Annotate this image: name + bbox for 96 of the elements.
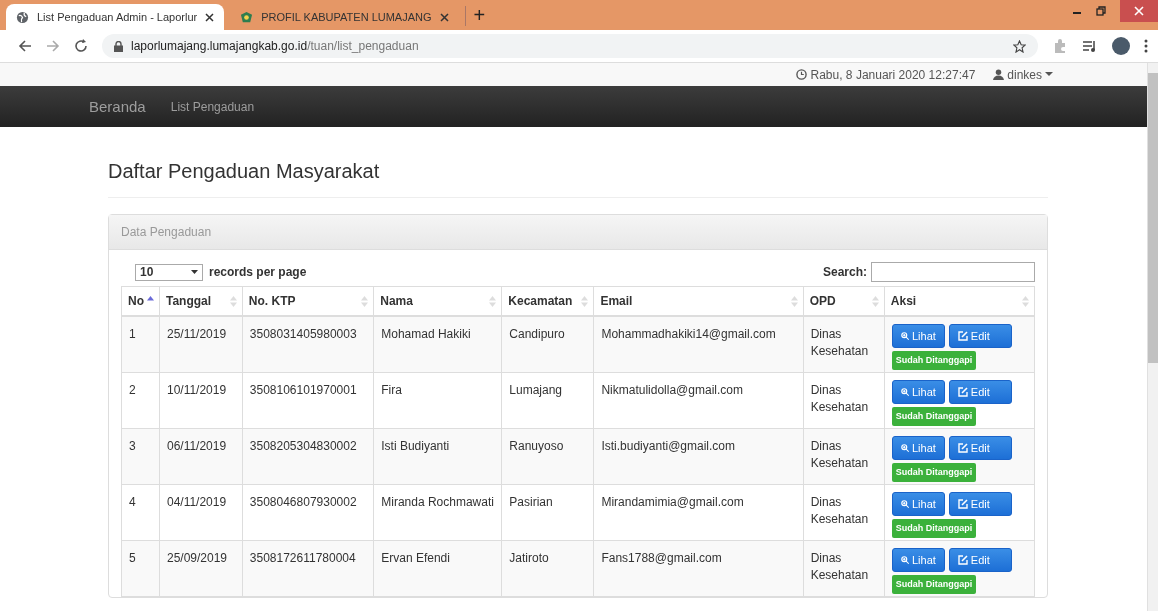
clock-icon	[795, 69, 807, 80]
globe-icon	[16, 10, 29, 24]
browser-tab[interactable]: PROFIL KABUPATEN LUMAJANG	[230, 4, 459, 30]
edit-icon	[957, 498, 968, 509]
status-badge: Sudah Ditanggapi	[891, 518, 977, 538]
table-cell: 10/11/2019	[159, 372, 243, 428]
page-size-label: records per page	[209, 265, 307, 279]
zoom-in-icon	[900, 331, 909, 341]
table-cell: 1	[121, 316, 160, 372]
nav-brand-link[interactable]: Beranda	[89, 98, 146, 115]
status-badge: Sudah Ditanggapi	[891, 406, 977, 426]
edit-button[interactable]: Edit	[948, 379, 1012, 404]
user-menu[interactable]: dinkes	[993, 67, 1053, 82]
page-title: Daftar Pengaduan Masyarakat	[108, 127, 1048, 198]
nav-link[interactable]: List Pengaduan	[170, 99, 255, 114]
tab-title: List Pengaduan Admin - Laporlur	[37, 11, 198, 23]
edit-icon	[957, 331, 968, 341]
scrollbar-thumb[interactable]	[1148, 73, 1158, 363]
table-cell: 3508205304830002	[242, 428, 374, 484]
table-cell: Fira	[373, 372, 502, 428]
back-arrow-icon[interactable]	[18, 39, 32, 53]
table-cell: 4	[121, 484, 160, 540]
search-label: Search:	[822, 265, 867, 279]
table-cell: Dinas Kesehatan	[803, 316, 885, 372]
table-cell: Mirandamimia@gmail.com	[593, 484, 804, 540]
table-cell: 25/11/2019	[159, 316, 243, 372]
menu-icon[interactable]	[1144, 39, 1148, 53]
zoom-in-icon	[900, 442, 909, 453]
table-cell: 2	[121, 372, 160, 428]
table-cell: Fans1788@gmail.com	[593, 540, 804, 596]
playlist-icon[interactable]	[1082, 39, 1098, 53]
avatar[interactable]	[1112, 37, 1130, 55]
table-cell: Isti Budiyanti	[373, 428, 502, 484]
table-cell: 3508046807930002	[242, 484, 374, 540]
table-cell: Lumajang	[501, 372, 594, 428]
page-size-select[interactable]: 10	[135, 263, 203, 281]
emblem-icon	[240, 10, 254, 24]
search-field[interactable]	[871, 262, 1035, 282]
restore-icon[interactable]	[1096, 6, 1106, 16]
caret-icon	[191, 269, 198, 275]
reload-icon[interactable]	[74, 39, 88, 53]
view-button[interactable]: Lihat	[891, 491, 945, 516]
table-cell: Mohammadhakiki14@gmail.com	[593, 316, 804, 372]
edit-icon	[957, 554, 968, 565]
table-cell: Pasirian	[501, 484, 594, 540]
table-cell: Dinas Kesehatan	[803, 484, 885, 540]
table-cell: Candipuro	[501, 316, 594, 372]
window-close-button[interactable]	[1120, 0, 1158, 22]
table-cell: 25/09/2019	[159, 540, 243, 596]
table-cell: Mohamad Hakiki	[373, 316, 502, 372]
table-cell: Nikmatulidolla@gmail.com	[593, 372, 804, 428]
edit-icon	[957, 442, 968, 453]
table-cell: 5	[121, 540, 160, 596]
caret-icon	[1045, 72, 1053, 77]
address-field[interactable]: laporlumajang.lumajangkab.go.id/tuan/list_pengaduan	[102, 34, 1038, 58]
table-cell: 06/11/2019	[159, 428, 243, 484]
star-icon[interactable]	[1013, 39, 1026, 53]
view-button[interactable]: Lihat	[891, 324, 945, 348]
table-cell: Jatiroto	[501, 540, 594, 596]
edit-button[interactable]: Edit	[948, 435, 1012, 460]
datetime-text: Rabu, 8 Januari 2020 12:27:47	[810, 67, 976, 82]
table-cell: Miranda Rochmawati	[373, 484, 502, 540]
zoom-in-icon	[900, 386, 909, 397]
zoom-in-icon	[900, 498, 909, 509]
table-cell: Ranuyoso	[501, 428, 594, 484]
table-cell: 3508172611780004	[242, 540, 374, 596]
zoom-in-icon	[900, 554, 909, 565]
close-icon[interactable]	[439, 12, 449, 22]
table-cell: 3	[121, 428, 160, 484]
close-icon	[1134, 6, 1144, 16]
table-cell: 04/11/2019	[159, 484, 243, 540]
table-cell: 3508106101970001	[242, 372, 374, 428]
view-button[interactable]: Lihat	[891, 547, 945, 572]
status-badge: Sudah Ditanggapi	[891, 574, 977, 594]
status-badge: Sudah Ditanggapi	[891, 462, 977, 482]
edit-button[interactable]: Edit	[948, 547, 1012, 572]
table-cell: Dinas Kesehatan	[803, 428, 885, 484]
lock-icon	[114, 40, 123, 52]
user-icon	[993, 69, 1005, 80]
new-tab-button[interactable]: +	[464, 6, 494, 26]
view-button[interactable]: Lihat	[891, 379, 945, 404]
status-badge: Sudah Ditanggapi	[891, 351, 977, 370]
table-cell: Ervan Efendi	[373, 540, 502, 596]
edit-icon	[957, 386, 968, 397]
table-cell: Isti.budiyanti@gmail.com	[593, 428, 804, 484]
view-button[interactable]: Lihat	[891, 435, 945, 460]
edit-button[interactable]: Edit	[948, 324, 1012, 348]
tab-title: PROFIL KABUPATEN LUMAJANG	[261, 11, 432, 23]
edit-button[interactable]: Edit	[948, 491, 1012, 516]
panel-heading: Data Pengaduan	[121, 225, 212, 239]
table-cell: Dinas Kesehatan	[803, 372, 885, 428]
scrollbar[interactable]	[1147, 63, 1158, 611]
close-icon[interactable]	[205, 12, 215, 22]
browser-tab[interactable]: List Pengaduan Admin - Laporlur	[6, 4, 225, 30]
table-cell: 3508031405980003	[242, 316, 374, 372]
table-cell: Dinas Kesehatan	[803, 540, 885, 596]
